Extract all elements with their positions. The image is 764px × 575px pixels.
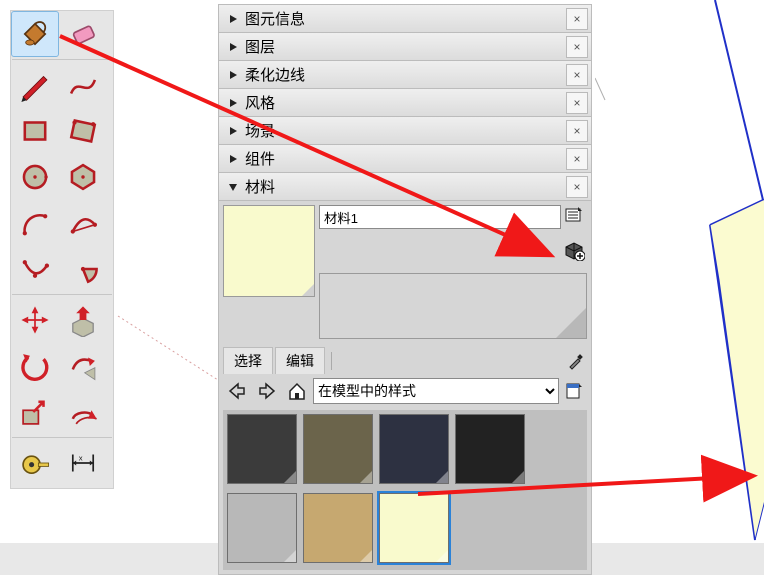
materials-tab-select[interactable]: 选择 [223, 347, 273, 374]
triangle-right-icon [225, 154, 241, 164]
panel-close-button[interactable]: × [566, 8, 588, 30]
panel-title: 图层 [245, 36, 566, 57]
material-preview[interactable] [223, 205, 315, 297]
material-swatch-0[interactable] [227, 414, 297, 484]
materials-tab-edit[interactable]: 编辑 [275, 347, 325, 374]
panel-title: 材料 [245, 176, 566, 197]
panel-header-3[interactable]: 风格× [219, 89, 591, 117]
offset-tool[interactable] [59, 389, 107, 435]
library-details-button[interactable] [561, 378, 587, 404]
move-tool[interactable] [11, 297, 59, 343]
dimension-tool[interactable]: x [59, 440, 107, 486]
svg-text:x: x [79, 453, 83, 462]
triangle-right-icon [225, 42, 241, 52]
panel-close-button[interactable]: × [566, 120, 588, 142]
panel-close-button[interactable]: × [566, 64, 588, 86]
scale-tool[interactable] [11, 389, 59, 435]
nav-back-button[interactable] [223, 378, 251, 404]
polygon-tool[interactable] [59, 154, 107, 200]
triangle-right-icon [225, 98, 241, 108]
materials-panel: 选择 编辑 在模型中的样式 [219, 201, 591, 574]
default-tray: 图元信息×图层×柔化边线×风格×场景×组件×材料× [218, 4, 592, 575]
paint-bucket-tool[interactable] [11, 11, 59, 57]
followme-tool[interactable] [59, 343, 107, 389]
material-library-menu-button[interactable] [563, 205, 585, 227]
freehand-tool[interactable] [59, 62, 107, 108]
triangle-down-icon [225, 182, 241, 192]
nav-home-button[interactable] [283, 378, 311, 404]
eraser-tool[interactable] [59, 11, 107, 57]
panel-title: 场景 [245, 120, 566, 141]
panel-close-button[interactable]: × [566, 92, 588, 114]
arc-3point-tool[interactable] [11, 246, 59, 292]
material-library-select[interactable]: 在模型中的样式 [313, 378, 559, 404]
material-swatch-6[interactable] [379, 493, 449, 563]
material-swatch-2[interactable] [379, 414, 449, 484]
triangle-right-icon [225, 70, 241, 80]
triangle-right-icon [225, 126, 241, 136]
material-name-input[interactable] [319, 205, 561, 229]
panel-header-2[interactable]: 柔化边线× [219, 61, 591, 89]
rotate-tool[interactable] [11, 343, 59, 389]
triangle-right-icon [225, 14, 241, 24]
nav-forward-button[interactable] [253, 378, 281, 404]
panel-close-button[interactable]: × [566, 176, 588, 198]
material-swatch-1[interactable] [303, 414, 373, 484]
tape-measure-tool[interactable] [11, 440, 59, 486]
material-swatch-grid [223, 410, 587, 570]
rotated-rectangle-tool[interactable] [59, 108, 107, 154]
panel-title: 组件 [245, 148, 566, 169]
pushpull-tool[interactable] [59, 297, 107, 343]
material-thumbnail-area [319, 273, 587, 339]
eyedropper-button[interactable] [565, 350, 587, 372]
material-swatch-3[interactable] [455, 414, 525, 484]
tools-palette: x [10, 10, 114, 489]
panel-header-1[interactable]: 图层× [219, 33, 591, 61]
panel-close-button[interactable]: × [566, 148, 588, 170]
panel-title: 图元信息 [245, 8, 566, 29]
model-viewport[interactable] [595, 0, 764, 543]
panel-title: 风格 [245, 92, 566, 113]
rectangle-tool[interactable] [11, 108, 59, 154]
pencil-tool[interactable] [11, 62, 59, 108]
arc-2point-tool[interactable] [59, 200, 107, 246]
panel-header-6[interactable]: 材料× [219, 173, 591, 201]
pie-tool[interactable] [59, 246, 107, 292]
circle-tool[interactable] [11, 154, 59, 200]
panel-title: 柔化边线 [245, 64, 566, 85]
panel-close-button[interactable]: × [566, 36, 588, 58]
panel-header-5[interactable]: 组件× [219, 145, 591, 173]
create-material-button[interactable] [563, 239, 585, 261]
arc-tool[interactable] [11, 200, 59, 246]
material-swatch-4[interactable] [227, 493, 297, 563]
panel-header-4[interactable]: 场景× [219, 117, 591, 145]
material-swatch-5[interactable] [303, 493, 373, 563]
panel-header-0[interactable]: 图元信息× [219, 5, 591, 33]
